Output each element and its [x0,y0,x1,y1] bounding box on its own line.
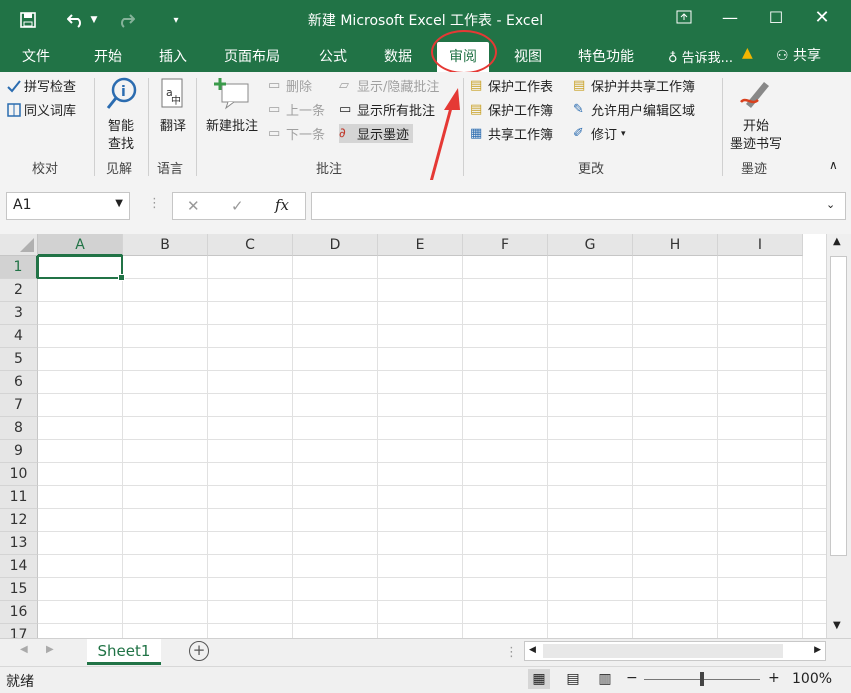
horizontal-scroll-thumb[interactable] [543,644,783,658]
grid-line [38,508,826,509]
sheet-tab-bar: ◀ ▶ Sheet1 + ⋮ ◀ ▶ [0,638,851,666]
formula-input[interactable] [311,192,846,220]
page-break-view-icon[interactable]: ▥ [594,669,616,689]
row-header[interactable]: 5 [0,348,38,371]
sheet-tab-sheet1[interactable]: Sheet1 [87,639,161,665]
status-bar: 就绪 ▦ ▤ ▥ − + 100% [0,666,851,693]
grid-line [38,439,826,440]
row-header[interactable]: 16 [0,601,38,624]
column-header[interactable]: A [38,234,123,256]
chevron-down-icon[interactable]: ▼ [115,198,123,209]
grid-line [462,256,463,638]
grid-line [717,256,718,638]
insert-function-button[interactable]: fx [275,196,289,214]
formula-function-buttons: ✕ ✓ fx [172,192,306,220]
column-header[interactable]: D [293,234,378,256]
column-header[interactable]: I [718,234,803,256]
tab-splitter-icon[interactable]: ⋮ [505,645,518,660]
column-header[interactable]: G [548,234,633,256]
grid-line [377,256,378,638]
row-header[interactable]: 10 [0,463,38,486]
row-header[interactable]: 14 [0,555,38,578]
expand-formula-bar-icon[interactable]: ⌄ [826,198,835,211]
grid-line [38,324,826,325]
grid-line [632,256,633,638]
grid-line [38,600,826,601]
grid-line [38,370,826,371]
grid-line [38,531,826,532]
column-header[interactable]: B [123,234,208,256]
active-cell-a1[interactable] [37,255,125,281]
grid-line [122,256,123,638]
grid-line [38,347,826,348]
row-header[interactable]: 13 [0,532,38,555]
row-header[interactable]: 7 [0,394,38,417]
next-sheet-icon[interactable]: ▶ [46,644,54,655]
grid-line [802,256,803,638]
column-header[interactable]: E [378,234,463,256]
row-header[interactable]: 12 [0,509,38,532]
row-header[interactable]: 8 [0,417,38,440]
grid-line [38,577,826,578]
column-header[interactable]: H [633,234,718,256]
zoom-out-button[interactable]: − [626,670,638,686]
scroll-up-icon[interactable]: ▲ [833,236,841,247]
row-header[interactable]: 17 [0,624,38,638]
add-sheet-icon[interactable]: + [189,641,209,661]
scroll-left-icon[interactable]: ◀ [529,645,536,655]
column-header[interactable]: F [463,234,548,256]
grid-line [38,623,826,624]
column-header[interactable]: C [208,234,293,256]
prev-sheet-icon[interactable]: ◀ [20,644,28,655]
name-box-value: A1 [13,197,32,213]
fill-handle[interactable] [118,274,125,281]
zoom-level[interactable]: 100% [792,671,832,687]
grid-line [38,416,826,417]
worksheet-grid[interactable]: A B C D E F G H I 1 2 3 4 5 6 7 8 9 10 11 12 13 14 15 16 17 [0,234,826,638]
grid-line [38,462,826,463]
vertical-scrollbar[interactable]: ▲ ▼ [826,234,851,638]
grid-line [38,485,826,486]
cancel-icon[interactable]: ✕ [187,197,200,215]
zoom-in-button[interactable]: + [768,670,780,686]
grid-line [38,278,826,279]
vertical-scroll-thumb[interactable] [830,256,847,556]
grid-line [547,256,548,638]
row-header[interactable]: 1 [0,256,38,279]
select-all-button[interactable] [0,234,38,256]
name-box[interactable]: A1 ▼ [6,192,130,220]
formula-bar: A1 ▼ ⋮ ✕ ✓ fx ⌄ [0,180,851,234]
grid-line [38,393,826,394]
scroll-down-icon[interactable]: ▼ [833,620,841,631]
scroll-right-icon[interactable]: ▶ [814,645,821,655]
row-header[interactable]: 9 [0,440,38,463]
grid-line [292,256,293,638]
row-header[interactable]: 3 [0,302,38,325]
normal-view-icon[interactable]: ▦ [528,669,550,689]
grid-line [207,256,208,638]
row-header[interactable]: 6 [0,371,38,394]
row-header[interactable]: 2 [0,279,38,302]
zoom-slider-thumb[interactable] [700,672,704,686]
status-ready: 就绪 [6,674,34,690]
row-header[interactable]: 11 [0,486,38,509]
grid-line [38,301,826,302]
horizontal-scrollbar[interactable]: ◀ ▶ [524,641,826,661]
page-layout-view-icon[interactable]: ▤ [562,669,584,689]
row-header[interactable]: 15 [0,578,38,601]
grid-line [38,554,826,555]
enter-icon[interactable]: ✓ [231,197,244,215]
formula-bar-grip-icon: ⋮ [148,196,161,211]
row-header[interactable]: 4 [0,325,38,348]
